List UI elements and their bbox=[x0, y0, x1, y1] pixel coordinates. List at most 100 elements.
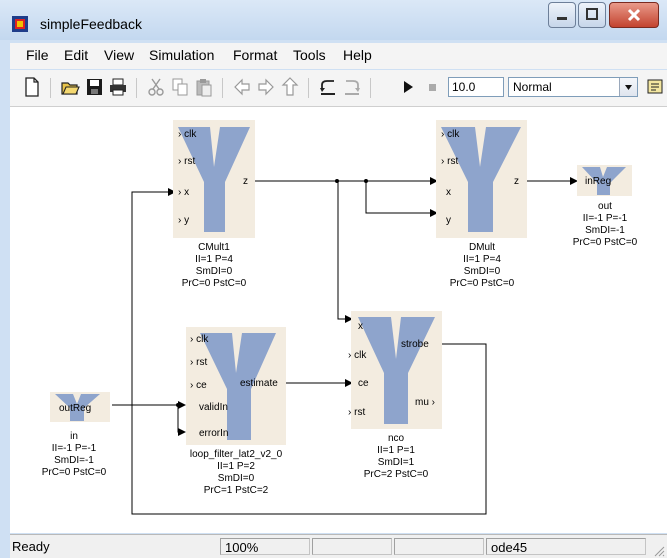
signal-in-to-errorin[interactable] bbox=[177, 405, 186, 436]
branch-point bbox=[364, 179, 368, 183]
new-model-icon[interactable] bbox=[22, 76, 42, 98]
block-info: PrC=2 PstC=0 bbox=[364, 469, 429, 480]
block-cmult1[interactable]: › clk › rst › x › y z CMult1 II=1 P=4 Sm… bbox=[173, 120, 255, 289]
status-cell bbox=[312, 538, 392, 555]
port-label: › x bbox=[178, 187, 189, 198]
block-name: DMult bbox=[469, 242, 495, 253]
port-label: x bbox=[358, 321, 363, 332]
port-label: › rst bbox=[441, 156, 458, 167]
dropdown-arrow-icon[interactable] bbox=[619, 78, 637, 96]
port-label: › rst bbox=[190, 357, 207, 368]
port-label: strobe bbox=[401, 339, 429, 350]
cut-icon[interactable] bbox=[146, 76, 166, 98]
menu-help[interactable]: Help bbox=[343, 47, 372, 63]
up-arrow-icon[interactable] bbox=[280, 76, 300, 98]
block-name: CMult1 bbox=[198, 242, 230, 253]
toolbar-separator bbox=[50, 78, 51, 98]
app-window: simpleFeedback File Edit View Simulation… bbox=[0, 0, 667, 558]
branch-point bbox=[176, 403, 180, 407]
forward-arrow-icon[interactable] bbox=[256, 76, 276, 98]
block-name: nco bbox=[388, 433, 405, 444]
block-info: II=1 P=4 bbox=[463, 254, 501, 265]
zoom-level: 100% bbox=[220, 538, 310, 555]
menu-view[interactable]: View bbox=[104, 47, 134, 63]
undo-icon[interactable] bbox=[318, 76, 338, 98]
block-info: SmDI=-1 bbox=[54, 455, 94, 466]
status-cell bbox=[394, 538, 484, 555]
port-label: validIn bbox=[199, 402, 228, 413]
print-icon[interactable] bbox=[108, 76, 128, 98]
block-loop-filter[interactable]: › clk › rst › ce validIn errorIn estimat… bbox=[186, 327, 286, 496]
minimize-button[interactable] bbox=[548, 2, 576, 28]
block-out[interactable]: inReg out II=-1 P=-1 SmDI=-1 PrC=0 PstC=… bbox=[573, 165, 638, 248]
port-label: inReg bbox=[585, 176, 611, 187]
port-label: › clk bbox=[348, 350, 367, 361]
block-info: II=1 P=1 bbox=[377, 445, 415, 456]
paste-icon[interactable] bbox=[194, 76, 214, 98]
menu-tools[interactable]: Tools bbox=[293, 47, 326, 63]
model-canvas[interactable]: › clk › rst › x › y z CMult1 II=1 P=4 Sm… bbox=[10, 107, 667, 533]
stop-time-input[interactable]: 10.0 bbox=[448, 77, 504, 97]
block-name: loop_filter_lat2_v2_0 bbox=[190, 449, 283, 460]
block-nco[interactable]: x › clk ce › rst strobe mu › nco II=1 P=… bbox=[348, 311, 442, 480]
toolbar: 10.0 Normal bbox=[10, 70, 667, 107]
solver-name: ode45 bbox=[486, 538, 646, 555]
port-label: errorIn bbox=[199, 428, 228, 439]
maximize-icon bbox=[586, 8, 598, 20]
block-name: out bbox=[598, 201, 612, 212]
block-info: PrC=1 PstC=2 bbox=[204, 485, 269, 496]
block-info: PrC=0 PstC=0 bbox=[450, 278, 515, 289]
toolbar-separator bbox=[136, 78, 137, 98]
port-label: › clk bbox=[441, 129, 460, 140]
close-button[interactable] bbox=[609, 2, 659, 28]
menu-simulation[interactable]: Simulation bbox=[149, 47, 214, 63]
menu-edit[interactable]: Edit bbox=[64, 47, 88, 63]
menu-bar: File Edit View Simulation Format Tools H… bbox=[10, 43, 667, 69]
redo-icon[interactable] bbox=[342, 76, 362, 98]
port-label: ce bbox=[358, 378, 369, 389]
signal-cmult1-z-to-nco-x[interactable] bbox=[337, 181, 353, 323]
back-arrow-icon[interactable] bbox=[232, 76, 252, 98]
open-folder-icon[interactable] bbox=[60, 76, 80, 98]
port-label: › ce bbox=[190, 380, 207, 391]
copy-icon[interactable] bbox=[170, 76, 190, 98]
port-label: › rst bbox=[348, 407, 365, 418]
signal-cmult1-z-to-dmult-y[interactable] bbox=[365, 181, 438, 217]
stop-simulation-icon[interactable] bbox=[422, 76, 442, 98]
menu-format[interactable]: Format bbox=[233, 47, 277, 63]
port-label: › rst bbox=[178, 156, 195, 167]
port-label: estimate bbox=[240, 378, 278, 389]
build-model-icon[interactable] bbox=[646, 76, 666, 98]
block-info: PrC=0 PstC=0 bbox=[573, 237, 638, 248]
block-info: II=1 P=4 bbox=[195, 254, 233, 265]
resize-grip-icon[interactable] bbox=[653, 545, 665, 557]
chevron-down-icon bbox=[625, 85, 632, 90]
toolbar-separator bbox=[222, 78, 223, 98]
minimize-icon bbox=[557, 17, 567, 20]
maximize-button[interactable] bbox=[578, 2, 606, 28]
port-label: › y bbox=[178, 215, 189, 226]
block-in[interactable]: outReg in II=-1 P=-1 SmDI=-1 PrC=0 PstC=… bbox=[42, 392, 110, 478]
port-label: mu › bbox=[415, 397, 435, 408]
port-label: › clk bbox=[178, 129, 197, 140]
block-info: II=-1 P=-1 bbox=[583, 213, 628, 224]
simulation-mode-select[interactable]: Normal bbox=[508, 77, 638, 97]
block-info: SmDI=0 bbox=[464, 266, 501, 277]
block-dmult[interactable]: › clk › rst x y z DMult II=1 P=4 SmDI=0 … bbox=[436, 120, 527, 289]
block-info: II=1 P=2 bbox=[217, 461, 255, 472]
run-simulation-icon[interactable] bbox=[398, 76, 418, 98]
branch-point bbox=[335, 179, 339, 183]
block-info: PrC=0 PstC=0 bbox=[42, 467, 107, 478]
title-bar: simpleFeedback bbox=[0, 0, 667, 40]
block-info: PrC=0 PstC=0 bbox=[182, 278, 247, 289]
block-diagram: › clk › rst › x › y z CMult1 II=1 P=4 Sm… bbox=[42, 120, 638, 515]
save-icon[interactable] bbox=[84, 76, 104, 98]
menu-file[interactable]: File bbox=[26, 47, 49, 63]
block-info: SmDI=0 bbox=[218, 473, 255, 484]
simulink-app-icon bbox=[12, 16, 28, 32]
status-bar: Ready 100% ode45 bbox=[10, 534, 667, 558]
toolbar-separator bbox=[370, 78, 371, 98]
port-label: › clk bbox=[190, 334, 209, 345]
port-label: outReg bbox=[59, 403, 91, 414]
block-info: SmDI=-1 bbox=[585, 225, 625, 236]
